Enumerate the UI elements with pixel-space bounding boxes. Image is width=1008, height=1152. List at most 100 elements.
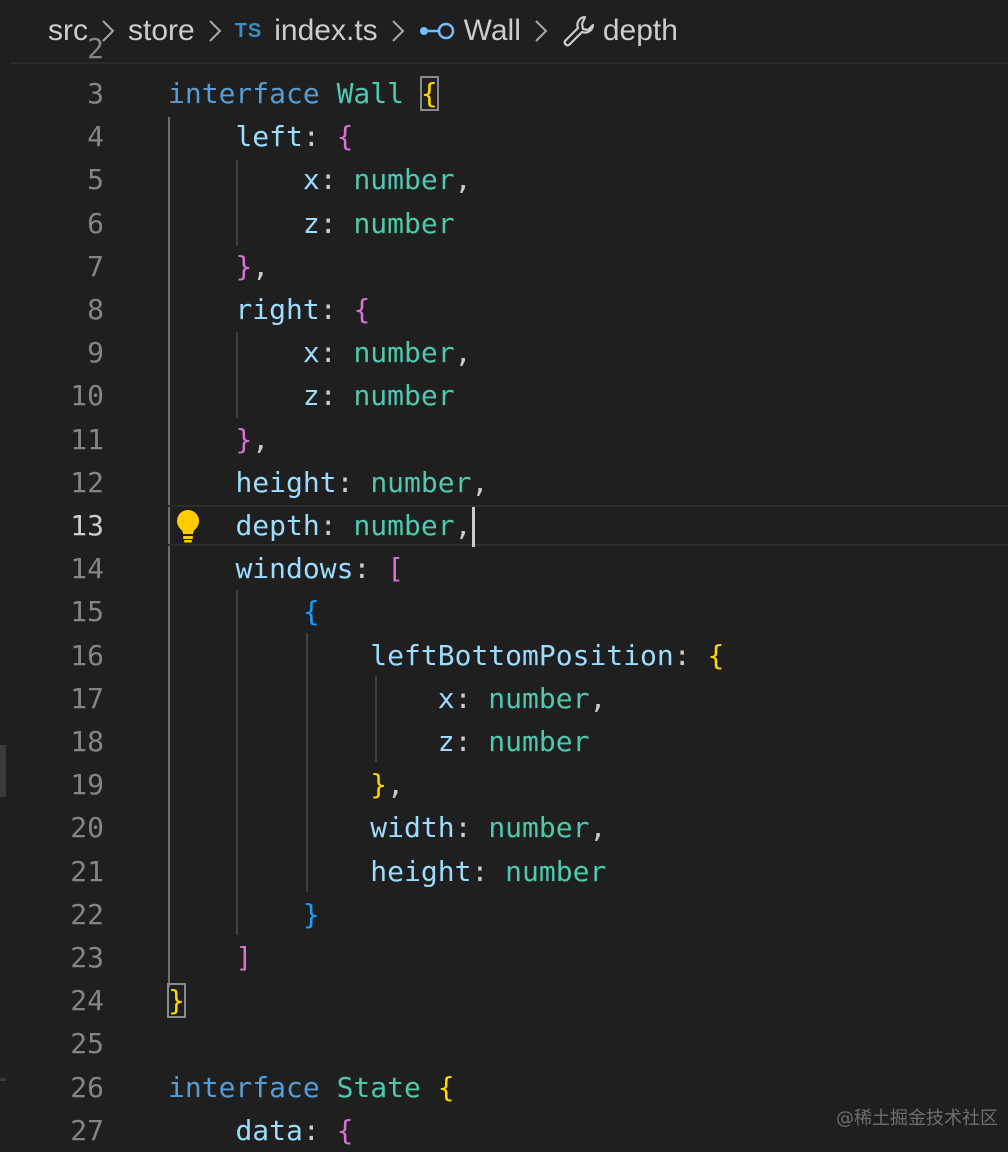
code-text: windows: [	[168, 547, 404, 590]
code-line[interactable]: 16 leftBottomPosition: {	[0, 634, 1008, 677]
code-text: data: {	[168, 1109, 353, 1152]
code-line[interactable]: 18 z: number	[0, 720, 1008, 763]
code-line[interactable]: 26 interface State {	[0, 1066, 1008, 1109]
line-number: 5	[87, 163, 104, 197]
token-pun: ,	[252, 422, 270, 456]
token-kw: interface	[168, 77, 320, 110]
token-ind	[168, 466, 235, 499]
token-ind	[168, 811, 370, 844]
line-number: 14	[70, 552, 104, 586]
code-text: },	[168, 418, 269, 461]
code-line[interactable]: 25	[0, 1022, 1008, 1065]
line-number: 22	[70, 897, 104, 931]
code-text: height: number	[168, 850, 606, 893]
code-line[interactable]: 11 },	[0, 418, 1008, 461]
token-prop: x	[302, 163, 320, 197]
token-kw: interface	[168, 1070, 320, 1104]
token-pun: :	[336, 465, 371, 499]
token-ind	[168, 509, 235, 542]
code-line[interactable]: 3 interface Wall {	[0, 72, 1008, 115]
token-ty: number	[488, 681, 590, 715]
code-text: x: number,	[168, 331, 472, 374]
token-b1: {	[437, 1070, 455, 1104]
code-line[interactable]: 17 x: number,	[0, 677, 1008, 720]
code-text: right: {	[168, 288, 370, 331]
line-number: 27	[70, 1113, 104, 1147]
token-pun	[320, 1071, 337, 1104]
code-line-partial: 2	[0, 27, 1008, 70]
token-pun: ,	[471, 465, 489, 499]
line-number: 15	[70, 595, 104, 629]
matched-bracket: {	[419, 76, 439, 111]
line-number: 2	[87, 32, 104, 65]
token-pun: ,	[252, 249, 270, 283]
token-pun: :	[673, 638, 708, 672]
token-b2: }	[235, 422, 253, 456]
line-number: 20	[70, 811, 104, 845]
token-ind	[168, 163, 303, 196]
code-line[interactable]: 23 ]	[0, 936, 1008, 979]
code-line[interactable]: 21 height: number	[0, 850, 1008, 893]
code-line[interactable]: 6 z: number	[0, 202, 1008, 245]
token-ind	[168, 379, 303, 412]
token-ind	[168, 250, 235, 283]
line-number: 23	[70, 941, 104, 974]
token-pun: ,	[589, 811, 607, 845]
token-ty: number	[353, 206, 455, 240]
token-prop: depth	[235, 509, 320, 542]
code-text: width: number,	[168, 806, 606, 849]
token-pun: :	[353, 552, 388, 586]
token-pun: :	[454, 811, 489, 845]
code-line[interactable]: 9 x: number,	[0, 331, 1008, 374]
token-prop: width	[370, 811, 455, 845]
token-prop: height	[370, 854, 472, 888]
code-line[interactable]: 7 },	[0, 245, 1008, 288]
token-ind	[168, 595, 303, 628]
token-ty: Wall	[336, 77, 405, 110]
token-pun: :	[302, 1113, 337, 1147]
token-ind	[168, 682, 438, 715]
code-line[interactable]: 4 left: {	[0, 115, 1008, 158]
token-b2: }	[235, 249, 253, 283]
token-prop: height	[235, 465, 337, 499]
token-pun: ,	[454, 509, 472, 542]
token-pun: :	[319, 509, 354, 542]
code-editor[interactable]: 2 3 interface Wall {4 left: {5 x: number,…	[0, 32, 1008, 1147]
token-b2: {	[336, 1113, 354, 1147]
token-ind	[168, 639, 370, 672]
watermark: @稀土掘金技术社区	[836, 1108, 998, 1129]
token-pun: :	[471, 854, 506, 888]
code-line[interactable]: 10 z: number	[0, 374, 1008, 417]
token-pun: :	[319, 206, 354, 240]
token-b2: {	[336, 120, 354, 154]
code-line[interactable]: 20 width: number,	[0, 806, 1008, 849]
token-prop: x	[302, 336, 320, 370]
code-line[interactable]: 5 x: number,	[0, 158, 1008, 201]
code-text: interface State {	[168, 1066, 455, 1109]
code-text: z: number	[168, 374, 455, 417]
line-number: 25	[70, 1027, 104, 1061]
token-ind	[168, 336, 303, 369]
line-number: 16	[70, 638, 104, 672]
code-line[interactable]: 19 },	[0, 763, 1008, 806]
token-pun	[421, 1071, 438, 1104]
code-line[interactable]: 13 depth: number,	[0, 504, 1008, 547]
token-prop: leftBottomPosition	[370, 638, 674, 672]
code-text: interface Wall {	[168, 72, 439, 115]
code-line[interactable]: 15 {	[0, 590, 1008, 633]
code-line[interactable]: 8 right: {	[0, 288, 1008, 331]
code-line[interactable]: 14 windows: [	[0, 547, 1008, 590]
token-pun: ,	[454, 163, 472, 197]
line-number: 13	[70, 509, 104, 542]
token-ty: number	[353, 336, 455, 370]
token-pun: :	[319, 379, 354, 413]
line-number: 12	[70, 465, 104, 499]
token-prop: right	[235, 293, 320, 326]
code-line[interactable]: 24}	[0, 979, 1008, 1022]
code-line[interactable]: 22 }	[0, 893, 1008, 936]
code-line[interactable]: 12 height: number,	[0, 461, 1008, 504]
token-pun: :	[454, 681, 489, 715]
token-b2: {	[353, 293, 371, 326]
token-pun	[320, 77, 337, 110]
token-b3: }	[302, 897, 320, 931]
